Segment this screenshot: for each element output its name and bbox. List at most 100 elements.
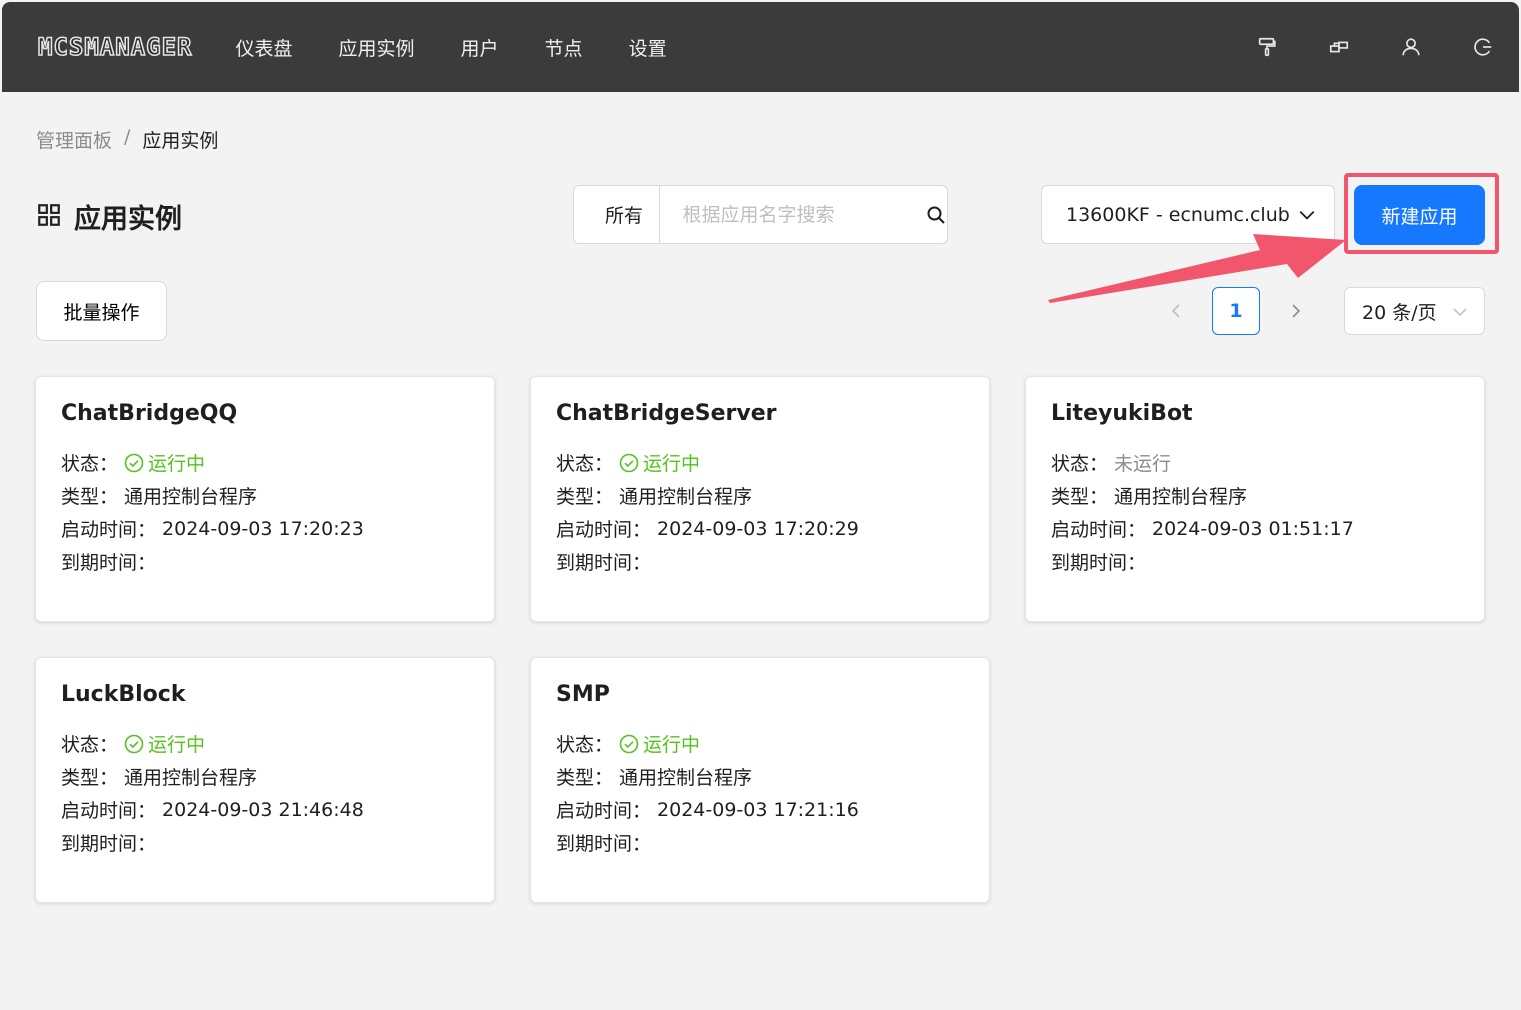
check-circle-icon — [619, 734, 639, 753]
layout-icon[interactable] — [1303, 23, 1375, 71]
type-label: 类型： — [556, 486, 614, 508]
top-navbar: MCSMANAGER 仪表盘 应用实例 用户 节点 设置 — [2, 2, 1519, 92]
status-text: 未运行 — [1114, 453, 1172, 475]
search-icon[interactable] — [925, 205, 947, 225]
breadcrumb-root[interactable]: 管理面板 — [36, 126, 112, 153]
start-time-value: 2024-09-03 21:46:48 — [162, 798, 364, 821]
expire-time-row: 到期时间： — [556, 826, 964, 859]
type-row: 类型： 通用控制台程序 — [1051, 479, 1459, 512]
paint-roller-icon[interactable] — [1231, 23, 1303, 71]
status-row: 状态： 运行中 — [61, 446, 469, 479]
start-time-label: 启动时间： — [556, 519, 652, 541]
check-circle-icon — [124, 734, 144, 753]
instance-name: ChatBridgeServer — [556, 401, 777, 426]
expire-time-label: 到期时间： — [556, 552, 652, 574]
type-value: 通用控制台程序 — [1114, 486, 1248, 508]
instance-name: LiteyukiBot — [1051, 401, 1193, 426]
chevron-down-icon — [1298, 206, 1316, 229]
batch-operation-button[interactable]: 批量操作 — [36, 281, 167, 341]
nav-nodes[interactable]: 节点 — [533, 34, 595, 61]
start-time-value: 2024-09-03 17:20:23 — [162, 517, 364, 540]
type-label: 类型： — [61, 767, 119, 789]
status-text: 运行中 — [643, 734, 701, 756]
start-time-value: 2024-09-03 17:21:16 — [657, 798, 859, 821]
status-label: 状态： — [61, 453, 119, 475]
logout-icon[interactable] — [1447, 23, 1519, 71]
page-title: 应用实例 — [36, 197, 182, 236]
instance-card[interactable]: SMP 状态： 运行中 类型： 通用控制台程序 启动时间： 2024-09-03… — [530, 657, 990, 903]
type-value: 通用控制台程序 — [619, 486, 753, 508]
status-row: 状态： 运行中 — [61, 727, 469, 760]
check-circle-icon — [124, 453, 144, 472]
instance-name: ChatBridgeQQ — [61, 401, 238, 426]
expire-time-label: 到期时间： — [556, 833, 652, 855]
mcsmanager-logo[interactable]: MCSMANAGER — [37, 32, 193, 62]
status-row: 状态： 未运行 — [1051, 446, 1459, 479]
type-value: 通用控制台程序 — [619, 767, 753, 789]
start-time-label: 启动时间： — [556, 800, 652, 822]
breadcrumb: 管理面板 / 应用实例 — [36, 126, 218, 153]
search-group: 所有 — [573, 185, 948, 244]
instance-name: LuckBlock — [61, 682, 186, 707]
main-nav: 仪表盘 应用实例 用户 节点 设置 — [213, 34, 690, 61]
expire-time-row: 到期时间： — [1051, 545, 1459, 578]
nav-instances[interactable]: 应用实例 — [327, 34, 427, 61]
instance-card[interactable]: LiteyukiBot 状态： 未运行 类型： 通用控制台程序 启动时间： 20… — [1025, 376, 1485, 622]
breadcrumb-current: 应用实例 — [142, 130, 219, 152]
node-select-value: 13600KF - ecnumc.club — [1066, 203, 1290, 226]
start-time-label: 启动时间： — [61, 800, 157, 822]
start-time-row: 启动时间： 2024-09-03 17:21:16 — [556, 793, 964, 826]
page-size-value: 20 条/页 — [1362, 301, 1437, 324]
expire-time-row: 到期时间： — [61, 826, 469, 859]
start-time-row: 启动时间： 2024-09-03 17:20:29 — [556, 512, 964, 545]
type-row: 类型： 通用控制台程序 — [61, 760, 469, 793]
status-text: 运行中 — [643, 453, 701, 475]
instance-card[interactable]: LuckBlock 状态： 运行中 类型： 通用控制台程序 启动时间： 2024… — [35, 657, 495, 903]
start-time-row: 启动时间： 2024-09-03 17:20:23 — [61, 512, 469, 545]
status-label: 状态： — [556, 734, 614, 756]
header-actions — [1231, 2, 1519, 92]
status-badge: 运行中 — [619, 730, 700, 757]
appstore-icon — [36, 202, 62, 232]
type-row: 类型： 通用控制台程序 — [556, 479, 964, 512]
user-icon[interactable] — [1375, 23, 1447, 71]
breadcrumb-separator: / — [124, 126, 131, 148]
status-badge: 运行中 — [619, 449, 700, 476]
node-select[interactable]: 13600KF - ecnumc.club — [1041, 185, 1335, 244]
nav-dashboard[interactable]: 仪表盘 — [224, 34, 305, 61]
start-time-label: 启动时间： — [1051, 519, 1147, 541]
type-value: 通用控制台程序 — [124, 767, 258, 789]
check-circle-icon — [619, 453, 639, 472]
new-instance-button[interactable]: 新建应用 — [1354, 185, 1485, 245]
status-label: 状态： — [1051, 453, 1109, 475]
status-label: 状态： — [556, 453, 614, 475]
type-label: 类型： — [1051, 486, 1109, 508]
status-row: 状态： 运行中 — [556, 446, 964, 479]
type-row: 类型： 通用控制台程序 — [61, 479, 469, 512]
nav-users[interactable]: 用户 — [449, 34, 511, 61]
type-label: 类型： — [556, 767, 614, 789]
start-time-row: 启动时间： 2024-09-03 21:46:48 — [61, 793, 469, 826]
expire-time-row: 到期时间： — [556, 545, 964, 578]
instance-card[interactable]: ChatBridgeServer 状态： 运行中 类型： 通用控制台程序 启动时… — [530, 376, 990, 622]
status-filter-select[interactable]: 所有 — [574, 186, 661, 243]
status-label: 状态： — [61, 734, 119, 756]
expire-time-label: 到期时间： — [1051, 552, 1147, 574]
page-title-text: 应用实例 — [74, 204, 182, 235]
status-badge: 运行中 — [124, 449, 205, 476]
status-row: 状态： 运行中 — [556, 727, 964, 760]
type-label: 类型： — [61, 486, 119, 508]
nav-settings[interactable]: 设置 — [617, 34, 679, 61]
type-value: 通用控制台程序 — [124, 486, 258, 508]
start-time-value: 2024-09-03 17:20:29 — [657, 517, 859, 540]
search-input[interactable] — [660, 186, 926, 243]
page-size-select[interactable]: 20 条/页 — [1344, 287, 1485, 335]
chevron-right-icon[interactable] — [1283, 298, 1309, 324]
pagination-page[interactable]: 1 — [1212, 287, 1260, 335]
chevron-down-icon — [1452, 303, 1468, 325]
instance-card[interactable]: ChatBridgeQQ 状态： 运行中 类型： 通用控制台程序 启动时间： 2… — [35, 376, 495, 622]
expire-time-label: 到期时间： — [61, 552, 157, 574]
chevron-left-icon[interactable] — [1163, 298, 1189, 324]
status-text: 运行中 — [148, 453, 206, 475]
status-badge: 运行中 — [124, 730, 205, 757]
